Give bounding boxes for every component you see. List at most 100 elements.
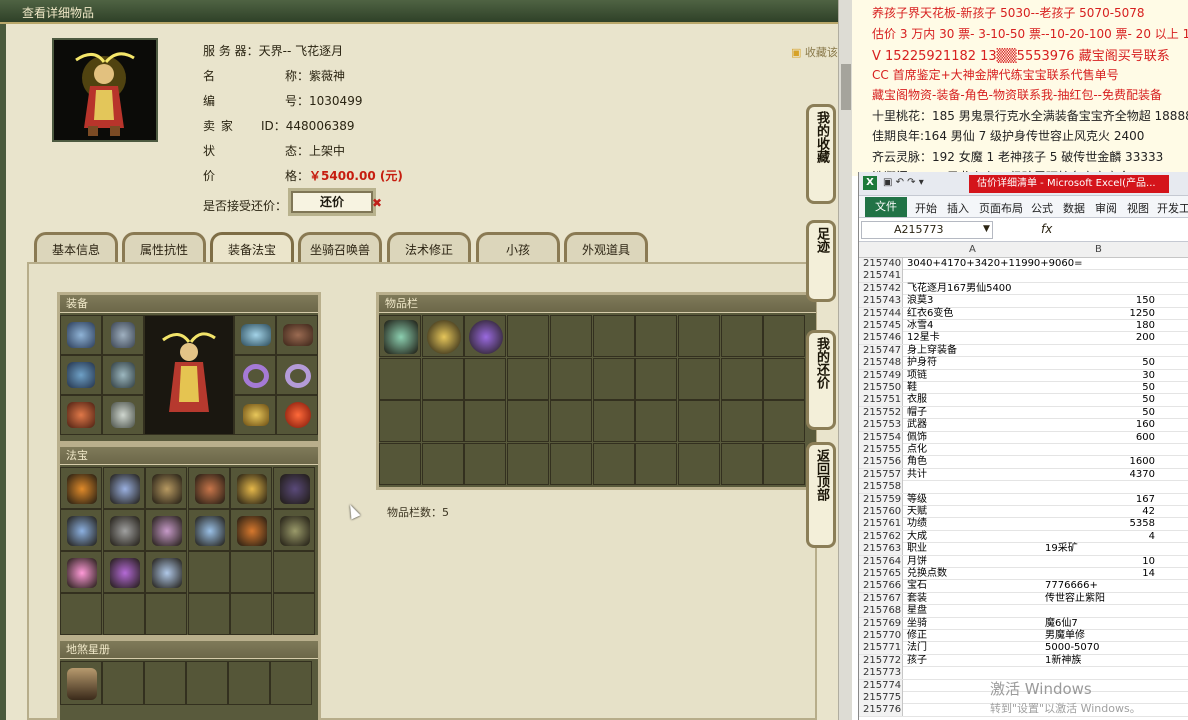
row-number[interactable]: 215742 bbox=[859, 282, 903, 295]
row-number[interactable]: 215740 bbox=[859, 258, 903, 270]
bag-slot[interactable] bbox=[720, 357, 763, 400]
cell-b[interactable]: 50 bbox=[1043, 407, 1155, 419]
row-number[interactable]: 215766 bbox=[859, 580, 903, 593]
row-number[interactable]: 215773 bbox=[859, 667, 903, 680]
fx-icon[interactable]: fx bbox=[1041, 222, 1052, 236]
cell-a[interactable]: 飞花逐月167男仙5400 bbox=[907, 283, 1012, 295]
dishaxing-slot[interactable] bbox=[102, 661, 144, 705]
cell-a[interactable]: 功绩 bbox=[907, 518, 927, 530]
ribbon-tab-review[interactable]: 审阅 bbox=[1095, 200, 1117, 216]
cell-a[interactable]: 鞋 bbox=[907, 382, 917, 394]
row-number[interactable]: 215768 bbox=[859, 605, 903, 618]
equip-slot[interactable] bbox=[102, 315, 144, 355]
fabao-slot[interactable] bbox=[272, 467, 315, 509]
fabao-slot[interactable] bbox=[102, 467, 145, 509]
bag-slot[interactable] bbox=[592, 400, 635, 442]
fabao-slot[interactable] bbox=[60, 551, 102, 593]
fabao-slot[interactable] bbox=[187, 593, 230, 635]
cell-b[interactable]: 5000-5070 bbox=[1045, 642, 1100, 654]
cell-a[interactable]: 孩子 bbox=[907, 655, 927, 667]
cell-a[interactable]: 修正 bbox=[907, 630, 927, 642]
ribbon-tab-developer[interactable]: 开发工 bbox=[1157, 200, 1188, 216]
row-number[interactable]: 215776 bbox=[859, 704, 903, 717]
row-number[interactable]: 215759 bbox=[859, 493, 903, 506]
fabao-slot[interactable] bbox=[272, 509, 315, 551]
row-number[interactable]: 215763 bbox=[859, 543, 903, 556]
bag-slot[interactable] bbox=[592, 442, 635, 485]
row-number[interactable]: 215752 bbox=[859, 406, 903, 419]
row-number[interactable]: 215750 bbox=[859, 382, 903, 394]
row-number[interactable]: 215756 bbox=[859, 456, 903, 469]
row-number[interactable]: 215774 bbox=[859, 679, 903, 692]
cell-b[interactable]: 魔6仙7 bbox=[1045, 618, 1078, 630]
cell-a[interactable]: 冰雪4 bbox=[907, 320, 933, 332]
favorite-link[interactable]: ▣ 收藏该 bbox=[791, 44, 838, 60]
cell-a[interactable]: 月饼 bbox=[907, 556, 927, 568]
cell-a[interactable]: 帽子 bbox=[907, 407, 927, 419]
cell-b[interactable]: 1600 bbox=[1043, 456, 1155, 468]
equip-slot[interactable] bbox=[276, 315, 318, 355]
dishaxing-slot[interactable] bbox=[60, 661, 102, 705]
row-number[interactable]: 215764 bbox=[859, 555, 903, 568]
cell-a[interactable]: 角色 bbox=[907, 456, 927, 468]
cell-a[interactable]: 身上穿装备 bbox=[907, 345, 957, 357]
bag-slot[interactable] bbox=[464, 315, 507, 357]
bag-slot[interactable] bbox=[763, 315, 806, 357]
bag-slot[interactable] bbox=[507, 315, 550, 357]
ribbon-tab-layout[interactable]: 页面布局 bbox=[979, 200, 1023, 216]
cell-a[interactable]: 12星卡 bbox=[907, 332, 940, 344]
bag-slot[interactable] bbox=[592, 357, 635, 400]
cell-b[interactable]: 14 bbox=[1043, 568, 1155, 580]
row-number[interactable]: 215767 bbox=[859, 592, 903, 605]
cell-a[interactable]: 护身符 bbox=[907, 357, 937, 369]
bag-slot[interactable] bbox=[763, 442, 806, 485]
bag-slot[interactable] bbox=[763, 357, 806, 400]
dishaxing-slot[interactable] bbox=[228, 661, 270, 705]
bag-slot[interactable] bbox=[549, 400, 592, 442]
bag-slot[interactable] bbox=[421, 315, 464, 357]
fabao-slot[interactable] bbox=[60, 593, 102, 635]
ribbon-tab-data[interactable]: 数据 bbox=[1063, 200, 1085, 216]
row-number[interactable]: 215748 bbox=[859, 357, 903, 370]
tab-attributes[interactable]: 属性抗性 bbox=[122, 232, 206, 264]
cell-b[interactable]: 600 bbox=[1043, 432, 1155, 444]
cell-a[interactable]: 点化 bbox=[907, 444, 927, 456]
dropdown-icon[interactable]: ▼ bbox=[983, 224, 990, 234]
cell-a[interactable]: 大成 bbox=[907, 531, 927, 543]
row-number[interactable]: 215751 bbox=[859, 394, 903, 407]
bag-slot[interactable] bbox=[549, 315, 592, 357]
tab-basic-info[interactable]: 基本信息 bbox=[34, 232, 118, 264]
row-number[interactable]: 215761 bbox=[859, 518, 903, 531]
row-number[interactable]: 215769 bbox=[859, 617, 903, 630]
cell-a[interactable]: 宝石 bbox=[907, 580, 927, 592]
fabao-slot[interactable] bbox=[145, 509, 187, 551]
row-number[interactable]: 215746 bbox=[859, 332, 903, 345]
fabao-slot[interactable] bbox=[60, 509, 102, 551]
bag-slot[interactable] bbox=[379, 315, 421, 357]
fabao-slot[interactable] bbox=[145, 593, 187, 635]
row-number[interactable]: 215771 bbox=[859, 642, 903, 655]
fabao-slot[interactable] bbox=[230, 551, 272, 593]
cell-a[interactable]: 星盘 bbox=[907, 605, 927, 617]
file-tab[interactable]: 文件 bbox=[865, 197, 907, 217]
row-number[interactable]: 215758 bbox=[859, 481, 903, 494]
cell-b[interactable]: 男魔单修 bbox=[1045, 630, 1085, 642]
fabao-slot[interactable] bbox=[272, 551, 315, 593]
bag-slot[interactable] bbox=[635, 315, 678, 357]
counter-offer-button[interactable]: 还价 bbox=[288, 188, 376, 216]
equip-slot[interactable] bbox=[102, 355, 144, 395]
tab-appearance[interactable]: 外观道具 bbox=[564, 232, 648, 264]
bag-slot[interactable] bbox=[720, 400, 763, 442]
equip-slot[interactable] bbox=[60, 315, 102, 355]
bag-slot[interactable] bbox=[549, 357, 592, 400]
fabao-slot[interactable] bbox=[187, 467, 230, 509]
cell-b[interactable]: 50 bbox=[1043, 382, 1155, 394]
bag-slot[interactable] bbox=[720, 442, 763, 485]
bag-slot[interactable] bbox=[464, 357, 507, 400]
fabao-slot[interactable] bbox=[60, 467, 102, 509]
tab-children[interactable]: 小孩 bbox=[476, 232, 560, 264]
equip-slot[interactable] bbox=[60, 395, 102, 435]
cell-a[interactable]: 共计 bbox=[907, 469, 927, 481]
bag-slot[interactable] bbox=[635, 357, 678, 400]
cell-a[interactable]: 浪莫3 bbox=[907, 295, 933, 307]
